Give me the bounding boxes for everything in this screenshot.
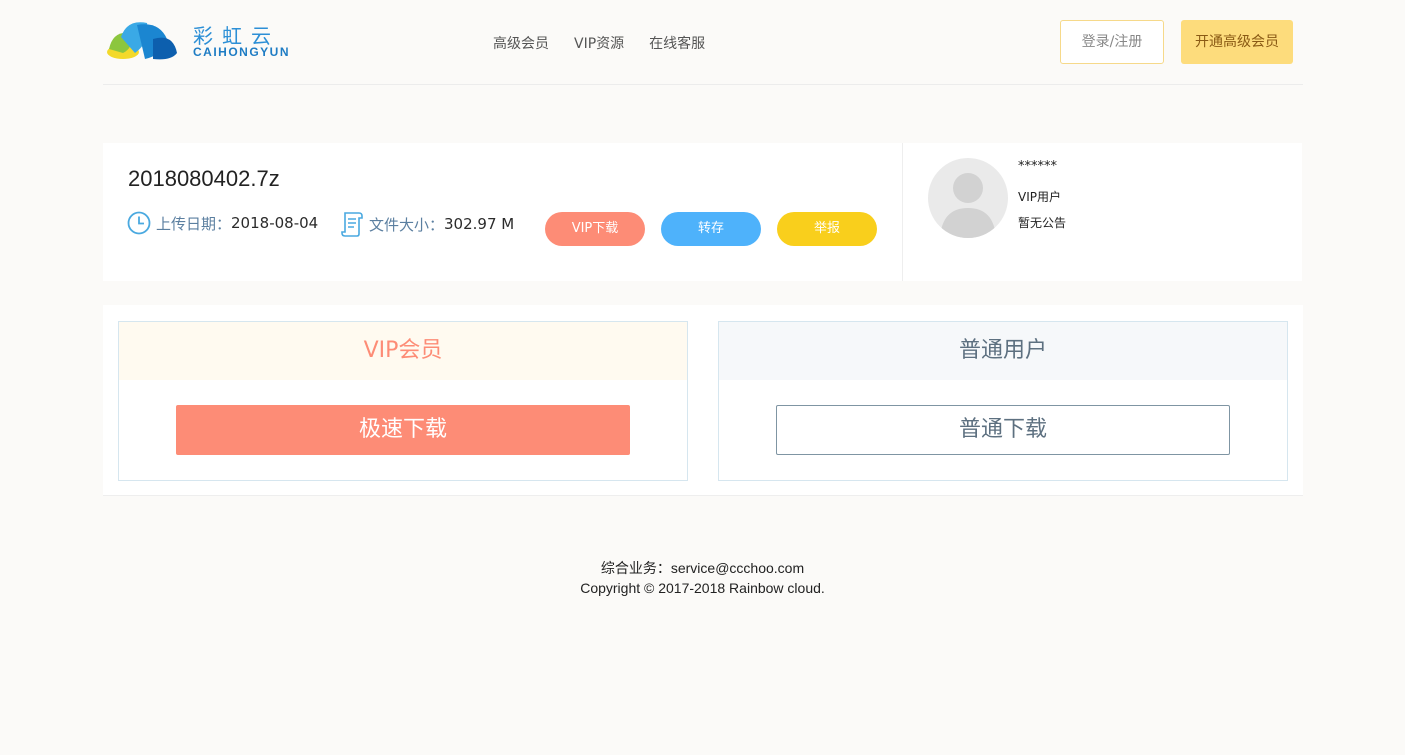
footer-copyright: Copyright © 2017-2018 Rainbow cloud.	[580, 580, 825, 596]
nav-online-support[interactable]: 在线客服	[649, 33, 705, 53]
upload-date-label: 上传日期：	[156, 214, 232, 233]
scroll-document-icon	[341, 212, 363, 237]
site-logo[interactable]: 彩虹云 CAIHONGYUN	[107, 19, 291, 61]
avatar	[928, 158, 1008, 238]
main-nav: 高级会员 VIP资源 在线客服	[493, 33, 705, 53]
logo-text-en: CAIHONGYUN	[193, 45, 291, 59]
vip-download-box: VIP会员 极速下载	[118, 321, 688, 481]
fast-download-button[interactable]: 极速下载	[176, 405, 630, 455]
file-name: 2018080402.7z	[128, 166, 280, 191]
open-premium-button[interactable]: 开通高级会员	[1181, 20, 1293, 64]
normal-download-button[interactable]: 普通下载	[776, 405, 1230, 455]
normal-download-box: 普通用户 普通下载	[718, 321, 1288, 481]
uploader-notice: 暂无公告	[1018, 216, 1067, 230]
login-register-button[interactable]: 登录/注册	[1060, 20, 1164, 64]
clock-icon	[127, 211, 151, 235]
vip-download-button[interactable]: VIP下载	[545, 212, 645, 246]
download-options: VIP会员 极速下载 普通用户 普通下载	[103, 305, 1303, 496]
file-size: 文件大小： 302.97 M	[340, 211, 514, 237]
uploader-type: VIP用户	[1018, 190, 1061, 204]
file-size-value: 302.97 M	[444, 215, 515, 233]
file-size-label: 文件大小：	[369, 215, 445, 234]
report-button[interactable]: 举报	[777, 212, 877, 246]
uploader-card: ****** VIP用户 暂无公告	[903, 143, 1302, 281]
rainbow-cloud-logo-icon	[107, 22, 177, 60]
upload-date-value: 2018-08-04	[231, 214, 319, 232]
uploader-name: ******	[1018, 159, 1057, 174]
vip-box-title: VIP会员	[119, 322, 687, 380]
save-to-drive-button[interactable]: 转存	[661, 212, 761, 246]
normal-box-title: 普通用户	[719, 322, 1287, 380]
nav-vip-resources[interactable]: VIP资源	[574, 33, 624, 53]
site-header: 彩虹云 CAIHONGYUN 高级会员 VIP资源 在线客服 登录/注册 开通高…	[103, 0, 1303, 85]
site-footer: 综合业务：service@ccchoo.com Copyright © 2017…	[0, 558, 1405, 598]
file-info-card: 2018080402.7z 上传日期： 2018-08-04 文件大小： 302…	[103, 143, 903, 281]
default-user-icon	[940, 173, 996, 238]
nav-premium-member[interactable]: 高级会员	[493, 33, 549, 53]
footer-contact: 综合业务：service@ccchoo.com	[600, 560, 805, 576]
upload-date: 上传日期： 2018-08-04	[127, 211, 318, 235]
